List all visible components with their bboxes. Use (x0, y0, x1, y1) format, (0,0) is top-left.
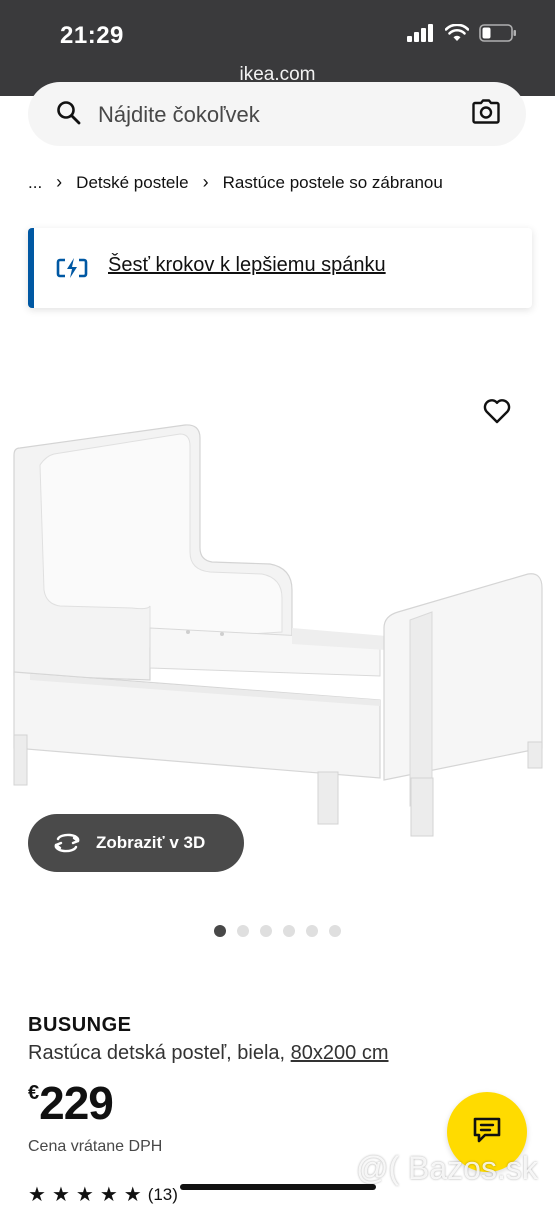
watermark: @( Bazos.sk (356, 1150, 538, 1186)
chevron-right-icon: › (202, 172, 209, 192)
signal-icon (407, 24, 433, 42)
rotate-3d-icon (52, 833, 82, 853)
star-icon: ★ (51, 1184, 70, 1206)
info-banner[interactable]: Šesť krokov k lepšiemu spánku (28, 228, 532, 308)
view-3d-label: Zobraziť v 3D (96, 833, 206, 852)
breadcrumb-item-detske-postele[interactable]: Detské postele (76, 173, 188, 193)
banner-link[interactable]: Šesť krokov k lepšiemu spánku (108, 254, 386, 277)
price-note: Cena vrátane DPH (28, 1138, 163, 1155)
view-3d-button[interactable]: Zobraziť v 3D (28, 814, 244, 872)
gallery-dot[interactable] (306, 925, 318, 937)
spark-icon (56, 256, 88, 285)
search-bar[interactable]: Nájdite čokoľvek (28, 82, 526, 146)
chevron-right-icon: › (56, 172, 63, 192)
price-amount: 229 (39, 1077, 114, 1129)
gallery-pagination (214, 925, 341, 937)
product-rating[interactable]: ★ ★ ★ ★ ★ (13) (28, 1182, 178, 1207)
product-name: BUSUNGE (28, 1014, 132, 1036)
gallery-dot[interactable] (283, 925, 295, 937)
product-description: Rastúca detská posteľ, biela, 80x200 cm (28, 1042, 389, 1065)
camera-icon[interactable] (472, 99, 500, 130)
product-image[interactable] (0, 340, 555, 870)
star-icon: ★ (123, 1184, 142, 1206)
wifi-icon (445, 24, 469, 41)
star-icon: ★ (99, 1184, 118, 1206)
search-icon[interactable] (56, 100, 82, 131)
heart-icon[interactable] (483, 398, 511, 429)
breadcrumb-ellipsis[interactable]: ... (28, 173, 42, 193)
product-description-text: Rastúca detská posteľ, biela, (28, 1042, 291, 1064)
rating-count: (13) (147, 1184, 178, 1204)
star-icon: ★ (75, 1184, 94, 1206)
status-icons (407, 24, 517, 42)
star-icon: ★ (28, 1184, 46, 1206)
home-indicator (180, 1184, 376, 1190)
chat-icon (472, 1116, 502, 1149)
battery-icon (479, 24, 516, 42)
product-price: € 229 (28, 1076, 114, 1130)
gallery-dot[interactable] (237, 925, 249, 937)
gallery-dot[interactable] (214, 925, 226, 937)
search-input[interactable]: Nájdite čokoľvek (98, 102, 260, 128)
gallery-dot[interactable] (329, 925, 341, 937)
clock: 21:29 (60, 22, 124, 49)
gallery-dot[interactable] (260, 925, 272, 937)
product-size-link[interactable]: 80x200 cm (291, 1042, 389, 1064)
breadcrumb-item-rastuce-postele[interactable]: Rastúce postele so zábranou (223, 173, 443, 193)
breadcrumb: ... › Detské postele › Rastúce postele s… (28, 172, 443, 193)
price-currency: € (28, 1082, 40, 1104)
